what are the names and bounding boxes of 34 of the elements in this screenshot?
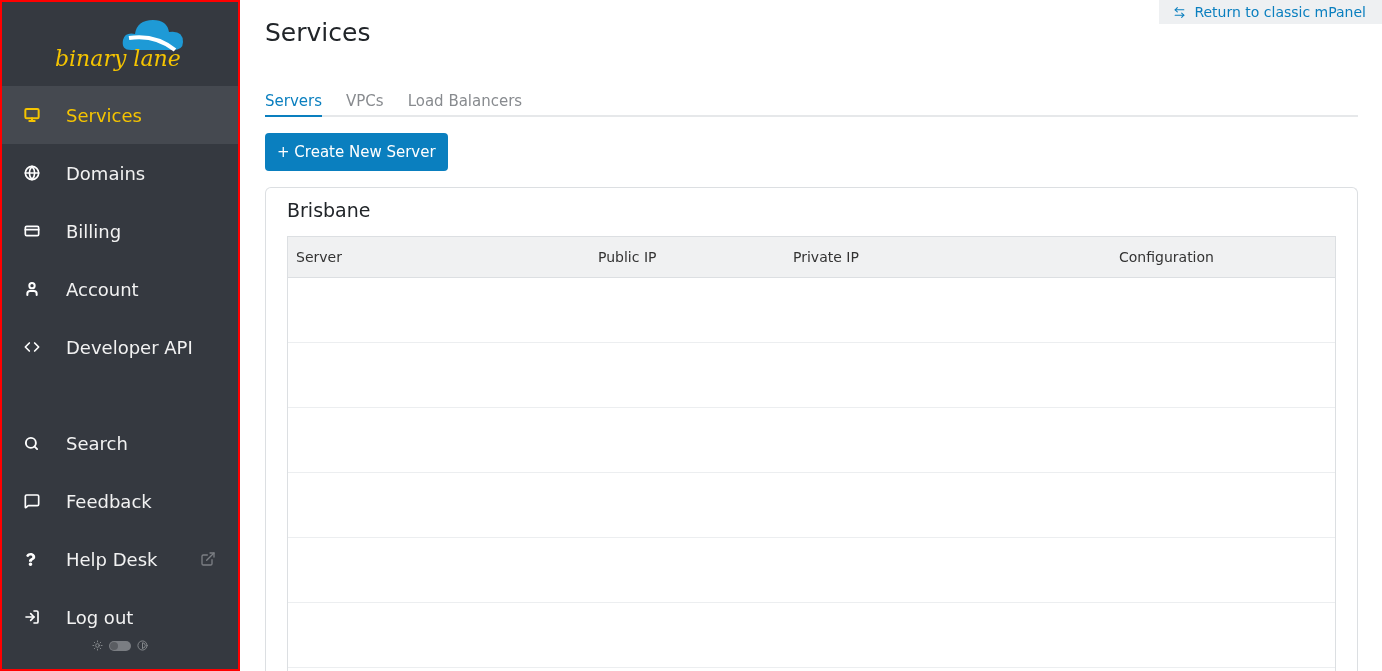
question-icon (24, 552, 37, 566)
nav-item[interactable]: Feedback (2, 472, 238, 530)
create-server-button[interactable]: + Create New Server (265, 133, 448, 171)
tab[interactable]: Servers (265, 90, 322, 117)
theme-toggle[interactable] (109, 640, 131, 651)
nav-item[interactable]: Services (2, 86, 238, 144)
column-header: Private IP (792, 247, 860, 267)
nav-item[interactable]: Account (2, 260, 238, 318)
tab[interactable]: VPCs (346, 90, 384, 117)
user-icon (24, 281, 40, 297)
card-icon (24, 223, 40, 239)
chat-icon (24, 493, 40, 509)
nav-item[interactable]: Billing (2, 202, 238, 260)
sun-icon (92, 640, 103, 651)
nav-item[interactable]: Search (2, 414, 238, 472)
column-header: Server (295, 247, 343, 267)
contrast-icon (137, 640, 148, 651)
nav-item[interactable]: Help Desk (2, 530, 238, 588)
search-icon (24, 435, 39, 451)
tab[interactable]: Load Balancers (407, 90, 523, 117)
region-title: Brisbane (287, 198, 372, 222)
page-title: Services (265, 17, 372, 49)
logo[interactable]: binary lane (55, 14, 185, 74)
nav-item[interactable]: Developer API (2, 318, 238, 376)
classic-panel-link[interactable]: Return to classic mPanel (1159, 0, 1382, 24)
logout-icon (24, 609, 40, 625)
nav-item[interactable]: Domains (2, 144, 238, 202)
column-header: Configuration (1118, 247, 1215, 267)
swap-icon (1173, 5, 1187, 19)
nav-item[interactable]: Log out (2, 588, 238, 646)
column-header: Public IP (597, 247, 658, 267)
monitor-icon (24, 107, 40, 123)
code-icon (24, 339, 40, 355)
globe-icon (24, 165, 40, 181)
